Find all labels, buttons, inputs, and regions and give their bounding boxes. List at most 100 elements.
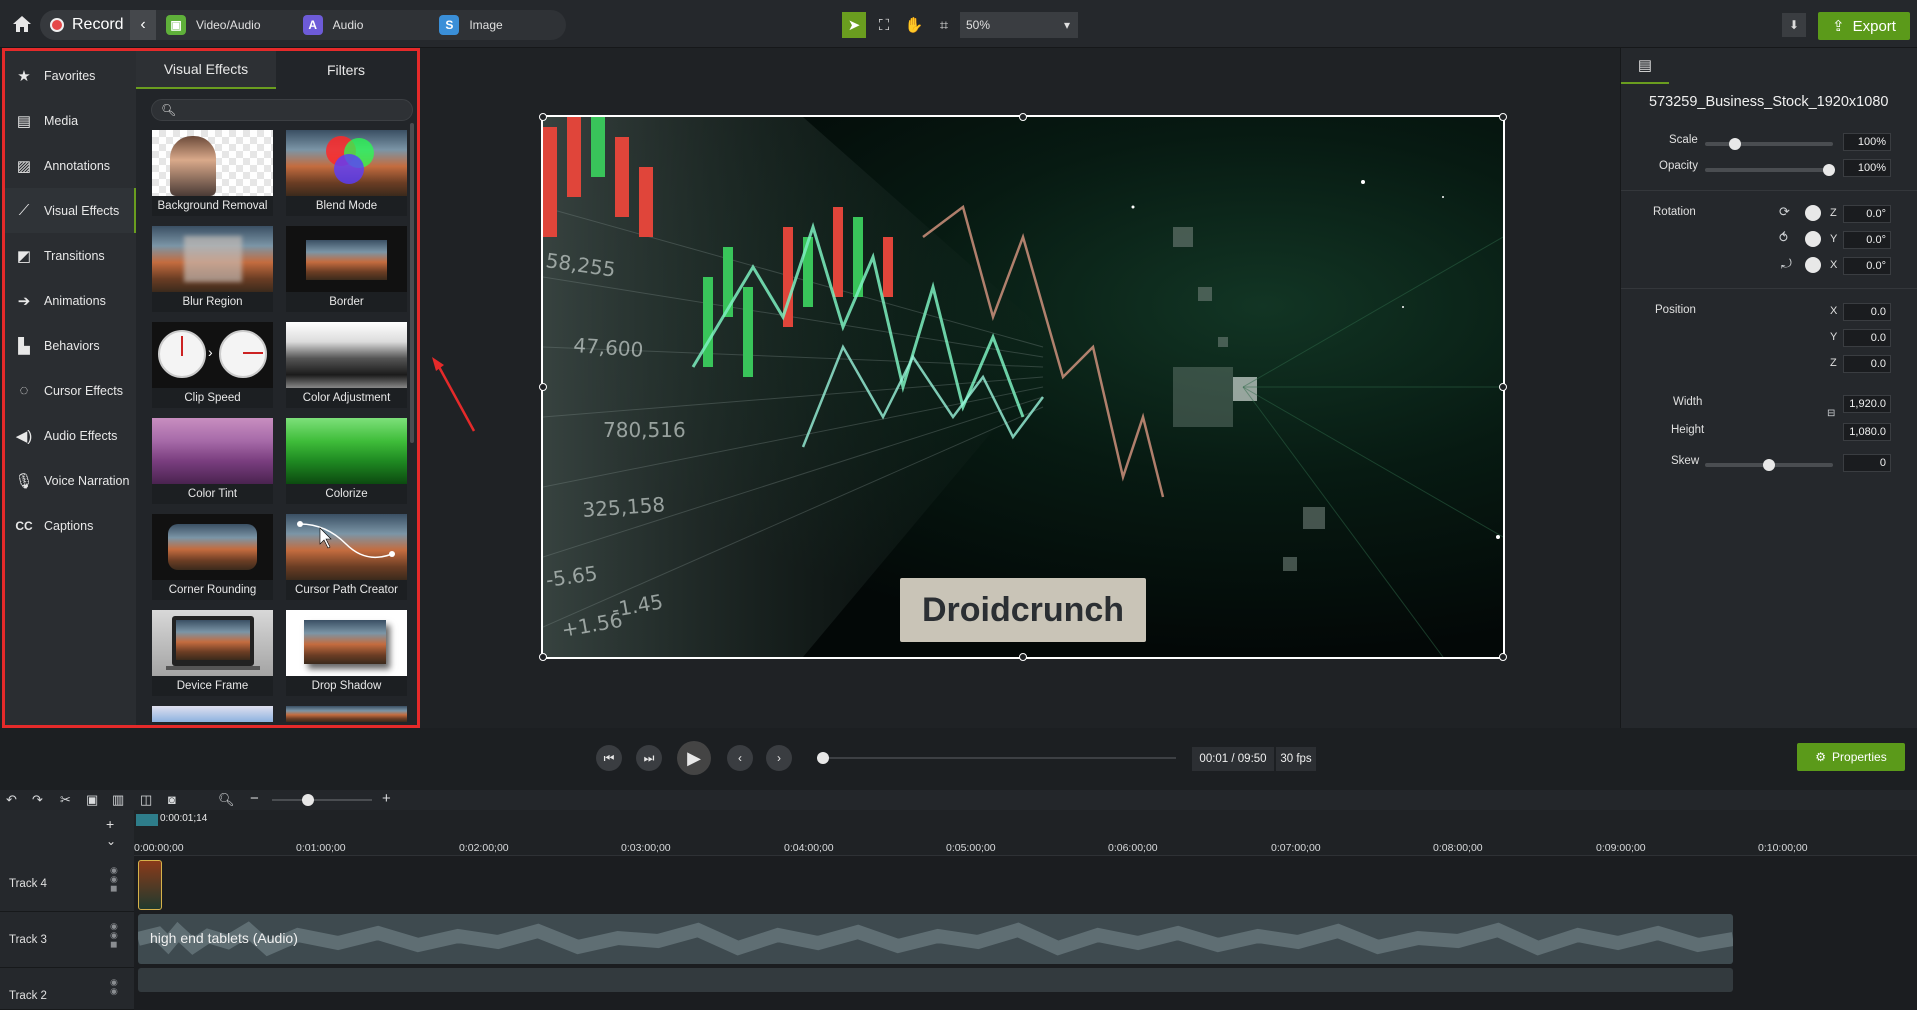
zoom-in-icon[interactable]: + [382,790,391,807]
effect-color-tint[interactable]: Color Tint [152,418,273,504]
redo-icon[interactable]: ↷ [32,792,43,808]
resize-handle[interactable] [1019,113,1027,121]
zoom-select[interactable]: 50% ▾ [960,12,1078,38]
rotation-dial[interactable] [1805,205,1821,221]
position-z-input[interactable]: 0.0 [1843,355,1891,373]
undo-icon[interactable]: ↶ [6,792,17,808]
effect-color-adjustment[interactable]: Color Adjustment [286,322,407,408]
resize-handle[interactable] [1499,113,1507,121]
crop-tool[interactable]: ⌗ [932,12,956,38]
track-visibility-icon[interactable]: ◉ ◉ ◼ [110,922,118,949]
sidebar-item-behaviors[interactable]: ▙ Behaviors [5,323,136,368]
effect-cursor-path-creator[interactable]: Cursor Path Creator [286,514,407,600]
zoom-out-icon[interactable]: − [250,790,259,807]
audio-clip[interactable]: high end tablets (Audio) [138,914,1733,964]
scrub-bar[interactable] [822,757,1176,759]
effects-search-input[interactable]: 🔍︎ [151,99,413,121]
export-button[interactable]: ⇪ Export [1818,12,1910,40]
pan-tool[interactable]: ✋ [902,12,926,38]
previous-frame-button[interactable]: ‹ [727,745,753,771]
effect-border[interactable]: Border [286,226,407,312]
skew-slider[interactable] [1705,459,1833,471]
effect-blend-mode[interactable]: Blend Mode [286,130,407,216]
download-button[interactable]: ⬇ [1782,13,1806,37]
width-input[interactable]: 1,920.0 [1843,395,1891,413]
height-input[interactable]: 1,080.0 [1843,423,1891,441]
track-2-clip[interactable] [138,968,1733,992]
effect-corner-rounding[interactable]: Corner Rounding [152,514,273,600]
split-icon[interactable]: ◫ [140,792,152,808]
effect-partial-tile[interactable] [286,706,407,722]
cut-icon[interactable]: ✂ [60,792,71,808]
lock-aspect-icon[interactable]: ⊟ [1827,408,1835,419]
rotation-y-input[interactable]: 0.0° [1843,231,1891,249]
resize-handle[interactable] [539,383,547,391]
collapse-panel-button[interactable]: ‹ [130,10,156,40]
video-clip[interactable] [138,860,162,910]
resize-handle[interactable] [539,113,547,121]
track-header[interactable]: Track 3 ◉ ◉ ◼ [0,912,134,968]
select-tool[interactable]: ➤ [842,12,866,38]
opacity-slider[interactable] [1705,164,1835,176]
skew-input[interactable]: 0 [1843,454,1891,472]
sidebar-item-visual-effects[interactable]: ⟋ Visual Effects [5,188,136,233]
copy-icon[interactable]: ▣ [86,792,98,808]
timeline-zoom-slider[interactable] [272,799,372,801]
timeline-ruler[interactable]: + ⌄ 0:00:01;14 0:00:00;00 0:01:00;00 0:0… [0,810,1917,856]
add-track-icon[interactable]: + [106,816,114,832]
play-button[interactable]: ▶ [677,741,711,775]
timeline-zoom-knob[interactable] [302,794,314,806]
position-x-input[interactable]: 0.0 [1843,303,1891,321]
effect-clip-speed[interactable]: › Clip Speed [152,322,273,408]
home-button[interactable] [6,8,38,40]
sidebar-item-cursor-effects[interactable]: ◌ Cursor Effects [5,368,136,413]
slider-knob[interactable] [1729,138,1741,150]
resize-handle[interactable] [1499,653,1507,661]
transform-tool[interactable]: ⛶ [872,12,896,38]
rotation-dial[interactable] [1805,257,1821,273]
zoom-search-icon[interactable]: 🔍︎ [218,792,235,808]
effect-partial-tile[interactable] [152,706,273,722]
track-header[interactable]: Track 2 ◉ ◉ [0,968,134,1010]
effect-background-removal[interactable]: Background Removal [152,130,273,216]
snapshot-icon[interactable]: ◙ [168,792,176,807]
sidebar-item-audio-effects[interactable]: ◀) Audio Effects [5,413,136,458]
tab-filters[interactable]: Filters [276,51,416,89]
effect-colorize[interactable]: Colorize [286,418,407,504]
step-forward-button[interactable]: ⏭ [636,745,662,771]
chevron-down-icon[interactable]: ⌄ [106,834,116,848]
sidebar-item-transitions[interactable]: ◩ Transitions [5,233,136,278]
slider-knob[interactable] [1823,164,1835,176]
rotation-x-input[interactable]: 0.0° [1843,257,1891,275]
sidebar-item-favorites[interactable]: ★ Favorites [5,53,136,98]
scale-slider[interactable] [1705,138,1833,150]
next-frame-button[interactable]: › [766,745,792,771]
rotation-z-input[interactable]: 0.0° [1843,205,1891,223]
resize-handle[interactable] [539,653,547,661]
video-preview[interactable]: 58,255 47,600 780,516 325,158 -5.65 +1.5… [541,115,1505,659]
image-tab[interactable]: S Image [429,10,566,40]
properties-button[interactable]: ⚙ Properties [1797,743,1905,771]
sidebar-item-annotations[interactable]: ▨ Annotations [5,143,136,188]
scrub-knob[interactable] [817,752,829,764]
rotation-dial[interactable] [1805,231,1821,247]
sidebar-item-captions[interactable]: CC Captions [5,503,136,548]
tab-visual-effects[interactable]: Visual Effects [136,51,276,89]
effect-drop-shadow[interactable]: Drop Shadow [286,610,407,696]
record-button[interactable]: Record [40,10,130,40]
effects-scrollbar[interactable] [410,123,414,443]
sidebar-item-media[interactable]: ▤ Media [5,98,136,143]
track-visibility-icon[interactable]: ◉ ◉ ◼ [110,866,118,893]
track-visibility-icon[interactable]: ◉ ◉ [110,978,118,996]
audio-tab[interactable]: A Audio [293,10,430,40]
resize-handle[interactable] [1499,383,1507,391]
slider-knob[interactable] [1763,459,1775,471]
sidebar-item-animations[interactable]: ➔ Animations [5,278,136,323]
position-y-input[interactable]: 0.0 [1843,329,1891,347]
opacity-input[interactable]: 100% [1843,159,1891,177]
playhead[interactable] [136,814,158,826]
effect-device-frame[interactable]: Device Frame [152,610,273,696]
visual-properties-tab[interactable]: ▤ [1621,48,1669,84]
video-audio-tab[interactable]: ▣ Video/Audio [156,10,293,40]
sidebar-item-voice-narration[interactable]: 🎙 Voice Narration [5,458,136,503]
